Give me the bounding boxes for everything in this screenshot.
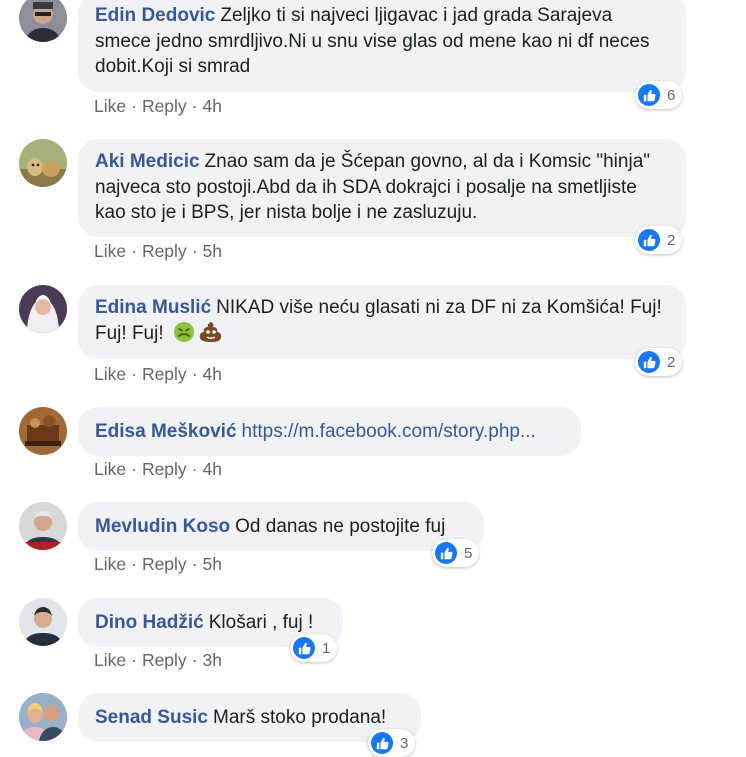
nauseated-face-icon: [173, 321, 194, 342]
reaction-count[interactable]: 6: [635, 81, 683, 109]
reply-link[interactable]: Reply: [142, 241, 187, 261]
comment-time[interactable]: 4h: [203, 459, 222, 479]
reply-link[interactable]: Reply: [142, 554, 187, 574]
comment-bubble: Edina Muslić NIKAD više neću glasati ni z…: [78, 285, 686, 359]
avatar[interactable]: [19, 598, 67, 646]
comment-actions: Like · Reply · 5h: [94, 554, 222, 574]
reply-link[interactable]: Reply: [142, 96, 187, 116]
reaction-count[interactable]: 5: [432, 539, 480, 567]
comment-author[interactable]: Senad Susic: [95, 707, 208, 728]
comment-bubble: Edin Dedovic Zeljko ti si najveci ljigava…: [78, 0, 686, 92]
like-link[interactable]: Like: [94, 364, 126, 384]
reaction-count[interactable]: 1: [290, 634, 338, 662]
comment-actions: Like · Reply · 4h: [94, 364, 222, 384]
avatar[interactable]: [19, 139, 67, 187]
comment-author[interactable]: Edisa Mešković: [95, 421, 237, 442]
reaction-number: 2: [667, 231, 676, 249]
reaction-count[interactable]: 2: [635, 226, 683, 254]
reply-link[interactable]: Reply: [142, 364, 187, 384]
avatar[interactable]: [19, 502, 67, 550]
comment-author[interactable]: Edin Dedovic: [95, 5, 215, 26]
comment-author[interactable]: Dino Hadžić: [95, 612, 204, 633]
avatar[interactable]: [19, 693, 67, 741]
reaction-number: 6: [667, 86, 676, 104]
comment-actions: Like · Reply · 3h: [94, 650, 222, 670]
comment-text: Marš stoko prodana!: [213, 707, 387, 728]
comment-time[interactable]: 5h: [203, 241, 222, 261]
like-reaction-icon: [435, 542, 457, 564]
comment-time[interactable]: 4h: [203, 96, 222, 116]
comment-bubble: Aki Medicic Znao sam da je Šćepan govno, …: [78, 139, 686, 237]
reaction-count[interactable]: 2: [635, 348, 683, 376]
comment-time[interactable]: 5h: [203, 554, 222, 574]
reaction-count[interactable]: 3: [368, 729, 416, 757]
like-link[interactable]: Like: [94, 650, 126, 670]
like-link[interactable]: Like: [94, 241, 126, 261]
comment-author[interactable]: Mevludin Koso: [95, 516, 230, 537]
comment-bubble: Edisa Mešković https://m.facebook.com/sto…: [78, 407, 581, 456]
poop-icon: [199, 321, 222, 342]
avatar[interactable]: [19, 0, 67, 42]
like-link[interactable]: Like: [94, 459, 126, 479]
comment-bubble: Mevludin Koso Od danas ne postojite fuj: [78, 502, 484, 551]
comment-link[interactable]: https://m.facebook.com/story.php...: [242, 421, 536, 442]
like-reaction-icon: [638, 84, 660, 106]
comment-text: Klošari , fuj !: [208, 612, 314, 633]
like-reaction-icon: [638, 229, 660, 251]
like-reaction-icon: [371, 732, 393, 754]
avatar[interactable]: [19, 285, 67, 333]
like-link[interactable]: Like: [94, 96, 126, 116]
comment-author[interactable]: Edina Muslić: [95, 297, 211, 318]
comment-actions: Like · Reply · 5h: [94, 241, 222, 261]
reply-link[interactable]: Reply: [142, 650, 187, 670]
like-reaction-icon: [293, 637, 315, 659]
reaction-number: 2: [667, 353, 676, 371]
like-reaction-icon: [638, 351, 660, 373]
comment-time[interactable]: 3h: [203, 650, 222, 670]
reply-link[interactable]: Reply: [142, 459, 187, 479]
comment-actions: Like · Reply · 4h: [94, 459, 222, 479]
avatar[interactable]: [19, 407, 67, 455]
reaction-number: 3: [400, 734, 409, 752]
reaction-number: 5: [464, 544, 473, 562]
comment-text: Od danas ne postojite fuj: [235, 516, 446, 537]
like-link[interactable]: Like: [94, 554, 126, 574]
comment-time[interactable]: 4h: [203, 364, 222, 384]
comment-actions: Like · Reply · 4h: [94, 96, 222, 116]
comment-author[interactable]: Aki Medicic: [95, 151, 200, 172]
reaction-number: 1: [322, 639, 331, 657]
